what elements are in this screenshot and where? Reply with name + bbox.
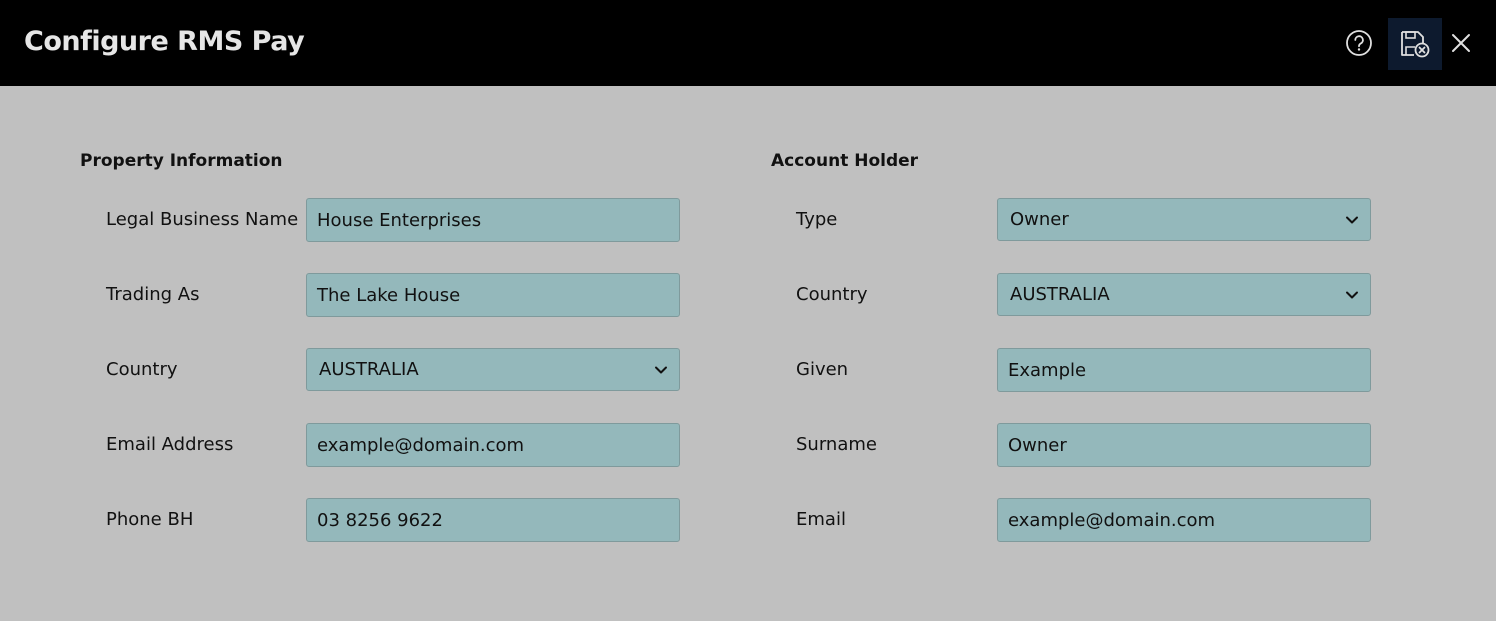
type-label: Type: [796, 209, 838, 230]
email-address-value: example@domain.com: [317, 434, 525, 456]
given-label: Given: [796, 359, 849, 380]
phone-bh-input[interactable]: 03 8256 9622: [306, 498, 680, 542]
account-country-label: Country: [796, 284, 868, 305]
header-bar: Configure RMS Pay: [0, 0, 1496, 86]
property-country-value: AUSTRALIA: [319, 359, 419, 380]
save-close-button[interactable]: [1388, 18, 1442, 70]
property-country-select[interactable]: AUSTRALIA: [306, 348, 680, 391]
help-button[interactable]: [1342, 26, 1376, 60]
surname-label: Surname: [796, 434, 877, 455]
chevron-down-icon: [655, 366, 667, 374]
account-country-value: AUSTRALIA: [1010, 284, 1110, 305]
save-close-icon: [1401, 31, 1430, 58]
email-address-input[interactable]: example@domain.com: [306, 423, 680, 467]
help-circle-icon: [1346, 30, 1372, 56]
type-select[interactable]: Owner: [997, 198, 1371, 241]
phone-bh-label: Phone BH: [106, 509, 194, 530]
given-value: Example: [1008, 359, 1087, 381]
account-email-label: Email: [796, 509, 846, 530]
account-section-title: Account Holder: [771, 151, 919, 171]
property-country-label: Country: [106, 359, 178, 380]
account-country-select[interactable]: AUSTRALIA: [997, 273, 1371, 316]
trading-as-label: Trading As: [106, 284, 200, 305]
account-email-value: example@domain.com: [1008, 509, 1216, 531]
property-section-title: Property Information: [80, 151, 283, 171]
surname-input[interactable]: Owner: [997, 423, 1371, 467]
email-address-label: Email Address: [106, 434, 234, 455]
trading-as-value: The Lake House: [317, 284, 461, 306]
trading-as-input[interactable]: The Lake House: [306, 273, 680, 317]
phone-bh-value: 03 8256 9622: [317, 509, 443, 531]
type-value: Owner: [1010, 209, 1069, 230]
page-title: Configure RMS Pay: [24, 26, 305, 57]
chevron-down-icon: [1346, 291, 1358, 299]
surname-value: Owner: [1008, 434, 1067, 456]
legal-business-name-value: House Enterprises: [317, 209, 482, 231]
legal-business-name-label: Legal Business Name: [106, 209, 299, 230]
given-input[interactable]: Example: [997, 348, 1371, 392]
legal-business-name-input[interactable]: House Enterprises: [306, 198, 680, 242]
chevron-down-icon: [1346, 216, 1358, 224]
close-icon: [1452, 34, 1470, 52]
close-button[interactable]: [1446, 26, 1476, 60]
account-email-input[interactable]: example@domain.com: [997, 498, 1371, 542]
